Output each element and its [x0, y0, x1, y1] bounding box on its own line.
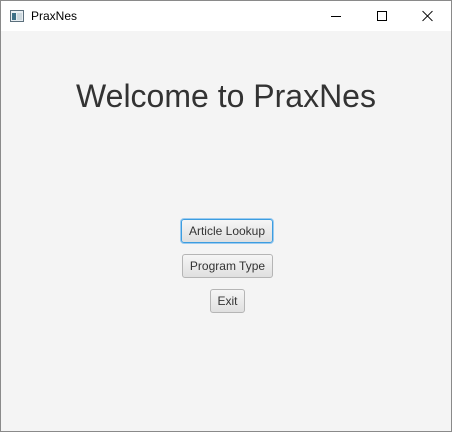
article-lookup-button[interactable]: Article Lookup — [181, 219, 273, 243]
maximize-button[interactable] — [359, 1, 405, 31]
close-button[interactable] — [405, 1, 451, 31]
window-title: PraxNes — [31, 9, 78, 23]
welcome-heading: Welcome to PraxNes — [76, 78, 376, 114]
app-window-icon — [10, 10, 24, 22]
minimize-icon — [331, 15, 341, 17]
exit-button[interactable]: Exit — [210, 289, 245, 313]
title-bar[interactable]: PraxNes — [1, 1, 451, 31]
close-icon — [422, 10, 434, 22]
main-content: Welcome to PraxNes Article Lookup Progra… — [1, 31, 451, 431]
maximize-icon — [377, 11, 387, 21]
program-type-button[interactable]: Program Type — [182, 254, 273, 278]
minimize-button[interactable] — [313, 1, 359, 31]
app-window: PraxNes Welcome to PraxNes Article Looku… — [0, 0, 452, 432]
